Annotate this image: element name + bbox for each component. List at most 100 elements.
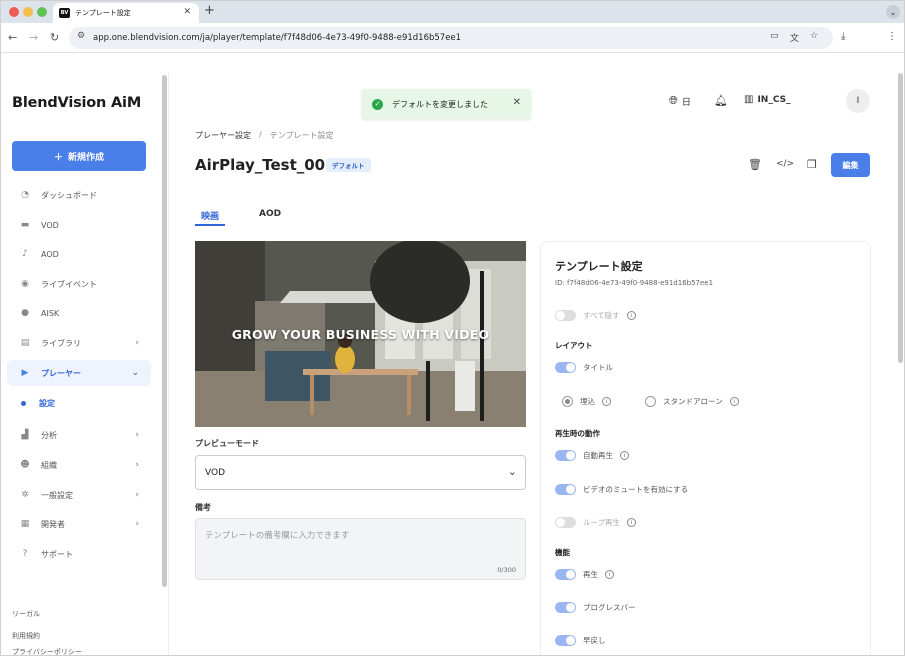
page-title: AirPlay_Test_001 <box>195 156 336 174</box>
language-label: 日 <box>681 97 691 108</box>
building-icon: ▥ <box>744 94 754 105</box>
copy-icon[interactable]: ❐ <box>807 158 817 171</box>
translate-icon[interactable]: 文 <box>790 31 799 44</box>
tab-aod[interactable]: AOD <box>259 209 281 219</box>
sidebar-item-label: ダッシュボード <box>41 190 97 200</box>
sidebar-item-support[interactable]: ? サポート <box>7 541 151 567</box>
notes-placeholder: テンプレートの備考欄に入力できます <box>205 531 350 541</box>
embed-radio-button[interactable] <box>562 396 573 407</box>
new-tab-button[interactable]: + <box>204 3 215 18</box>
info-icon[interactable]: i <box>626 311 636 320</box>
sidebar-item-dashboard[interactable]: ◔ ダッシュボード <box>7 182 151 208</box>
url-field[interactable]: ⚙ app.one.blendvision.com/ja/player/temp… <box>69 27 833 49</box>
info-icon[interactable]: i <box>605 570 614 579</box>
settings-title: テンプレート設定 <box>555 260 643 273</box>
info-icon[interactable]: i <box>627 518 637 527</box>
sidebar-subitem-label: 設定 <box>39 399 55 408</box>
ai-icon: ● <box>21 308 29 318</box>
sidebar-item-label: AISK <box>41 308 60 318</box>
sidebar-item-live[interactable]: ◉ ライブイベント <box>7 271 151 297</box>
forward-icon[interactable]: → <box>29 31 38 44</box>
sidebar-item-developer[interactable]: ▦ 開発者 › <box>7 511 151 537</box>
back-icon[interactable]: ← <box>8 31 17 44</box>
gear-icon: ✲ <box>21 490 29 500</box>
standalone-radio-button[interactable] <box>645 396 656 407</box>
notes-label: 備考 <box>195 503 211 512</box>
favicon-icon: BV <box>59 8 70 18</box>
template-id: ID: f7f48d06-4e73-49f0-9488-e91d16b57ee1 <box>555 279 714 287</box>
sidebar-item-label: VOD <box>41 220 59 230</box>
loop-toggle[interactable] <box>555 517 576 528</box>
standalone-radio[interactable]: スタンドアローン i <box>645 396 739 407</box>
privacy-link[interactable]: プライバシーポリシー <box>12 647 82 655</box>
chevron-right-icon: › <box>135 338 139 348</box>
notification-button[interactable]: 🔔︎ <box>714 94 728 107</box>
breadcrumb-parent[interactable]: プレーヤー設定 <box>195 130 251 141</box>
play-toggle[interactable] <box>555 569 576 580</box>
trash-icon[interactable]: 🗑︎ <box>748 158 762 171</box>
rewind-row: 早戻し <box>555 635 606 646</box>
sidebar-item-player[interactable]: ▶ プレーヤー ⌄ <box>7 360 151 386</box>
sidebar-item-aisk[interactable]: ● AISK <box>7 300 151 326</box>
browser-tab[interactable]: BV テンプレート設定 ✕ <box>53 3 199 23</box>
legal-link[interactable]: リーガル <box>12 609 40 619</box>
site-info-icon[interactable]: ⚙ <box>77 31 85 41</box>
sidebar-item-vod[interactable]: ▬ VOD <box>7 212 151 238</box>
sidebar-item-label: ライブイベント <box>41 279 97 289</box>
sidebar-item-library[interactable]: ▤ ライブラリ › <box>7 330 151 356</box>
download-icon[interactable]: ⤓ <box>841 31 845 42</box>
mute-toggle[interactable] <box>555 484 576 495</box>
info-icon[interactable]: i <box>729 397 739 406</box>
reload-icon[interactable]: ↻ <box>50 31 59 44</box>
bullet-icon <box>21 401 26 406</box>
chevron-right-icon: › <box>135 460 139 470</box>
org-label: IN_CS_ <box>757 94 791 105</box>
browser-menu-icon[interactable]: ⋮ <box>887 31 897 42</box>
tab-search-icon[interactable]: ⌄ <box>886 5 900 19</box>
chevron-down-icon: ⌄ <box>507 465 517 478</box>
cast-icon[interactable]: ▭ <box>770 31 779 41</box>
users-icon: ☻ <box>20 460 30 470</box>
sidebar-item-aod[interactable]: ♪ AOD <box>7 241 151 267</box>
minimize-window-icon[interactable] <box>23 7 33 17</box>
sidebar-scrollbar[interactable] <box>162 75 167 587</box>
sidebar-item-organization[interactable]: ☻ 組織 › <box>7 452 151 478</box>
app-logo[interactable]: BlendVision AiM <box>12 95 141 111</box>
info-icon[interactable]: i <box>602 397 611 406</box>
page-scrollbar[interactable] <box>898 73 903 363</box>
edit-button[interactable]: 編集 <box>831 153 870 177</box>
info-icon[interactable]: i <box>620 451 629 460</box>
new-create-label: 新規作成 <box>68 152 105 163</box>
notes-textarea[interactable]: テンプレートの備考欄に入力できます 0/300 <box>195 518 526 580</box>
close-tab-icon[interactable]: ✕ <box>183 7 191 17</box>
language-switcher[interactable]: 🌐︎ 日 <box>669 94 691 108</box>
progress-toggle[interactable] <box>555 602 576 613</box>
close-toast-icon[interactable]: ✕ <box>513 97 521 108</box>
sidebar-item-analytics[interactable]: ▟ 分析 › <box>7 422 151 448</box>
sidebar: BlendVision AiM ＋ 新規作成 ◔ ダッシュボード ▬ VOD ♪ AO… <box>1 73 169 655</box>
mute-row: ビデオのミュートを有効にする <box>555 484 688 495</box>
title-toggle[interactable] <box>555 362 576 373</box>
code-icon[interactable]: </> <box>776 159 794 169</box>
video-preview[interactable]: GROW YOUR BUSINESS WITH VIDEO <box>195 241 526 427</box>
vod-icon: ▬ <box>20 220 30 230</box>
maximize-window-icon[interactable] <box>37 7 47 17</box>
tab-video[interactable]: 映画 <box>201 209 219 222</box>
player-icon: ▶ <box>21 368 29 378</box>
close-window-icon[interactable] <box>9 7 19 17</box>
terms-link[interactable]: 利用規約 <box>12 631 40 641</box>
notes-char-count: 0/300 <box>497 566 516 574</box>
live-icon: ◉ <box>21 279 29 289</box>
preview-mode-select[interactable]: VOD ⌄ <box>195 455 526 490</box>
autoplay-toggle[interactable] <box>555 450 576 461</box>
new-create-button[interactable]: ＋ 新規作成 <box>12 141 146 171</box>
embed-radio[interactable]: 埋込 i <box>562 396 611 407</box>
sidebar-subitem-settings[interactable]: 設定 <box>21 398 55 409</box>
sidebar-item-general-settings[interactable]: ✲ 一般設定 › <box>7 482 151 508</box>
library-icon: ▤ <box>20 338 30 348</box>
avatar[interactable]: I <box>846 89 870 113</box>
hide-all-toggle[interactable] <box>555 310 576 321</box>
bookmark-star-icon[interactable]: ☆ <box>810 31 818 41</box>
rewind-toggle[interactable] <box>555 635 576 646</box>
org-switcher[interactable]: ▥ IN_CS_ <box>744 94 791 105</box>
